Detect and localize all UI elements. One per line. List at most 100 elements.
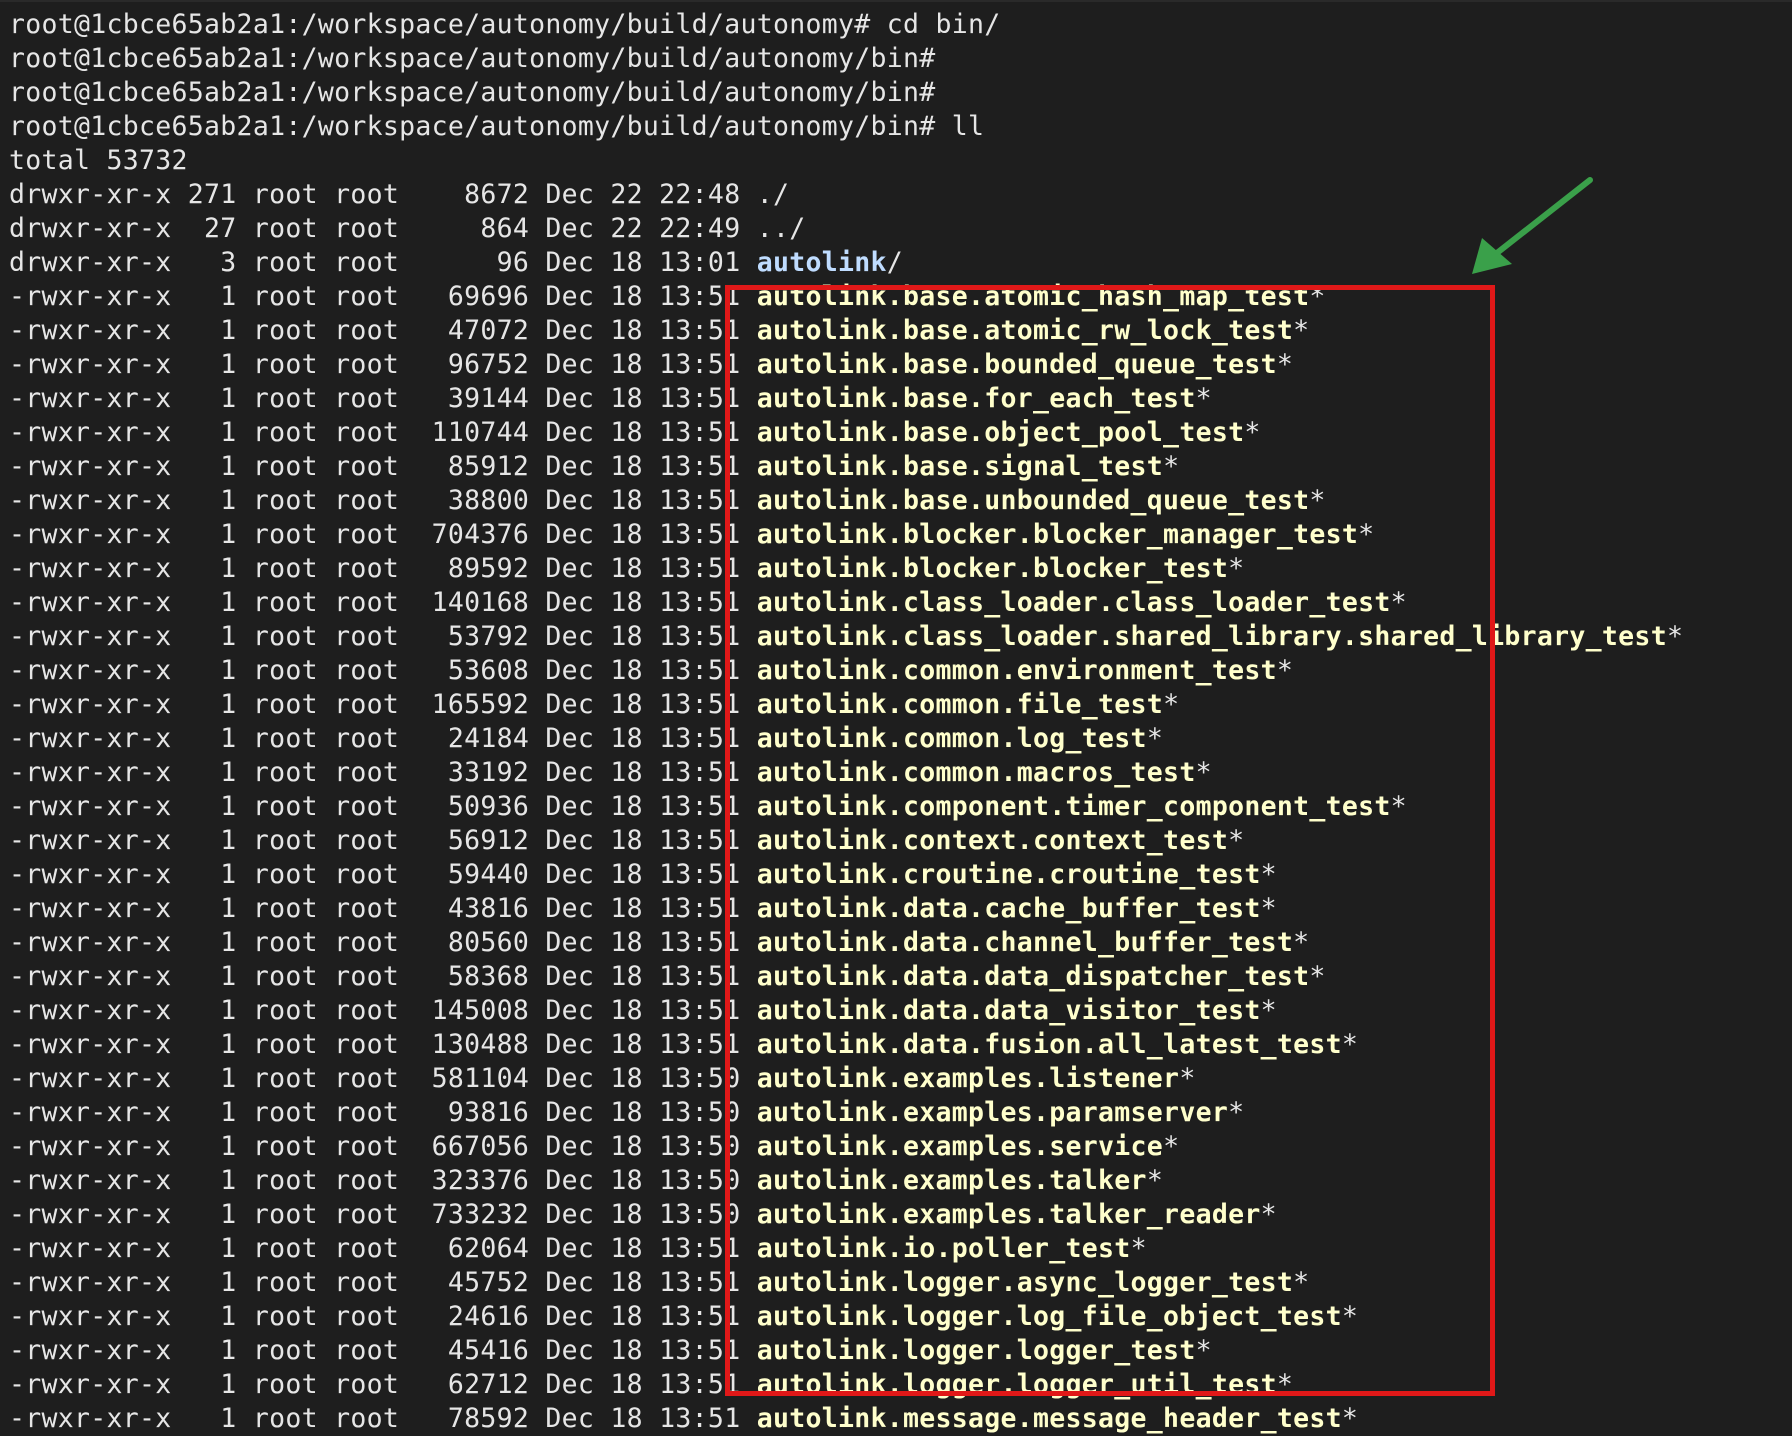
type-indicator: *	[1293, 315, 1310, 346]
executable-name: autolink.logger.logger_test	[756, 1335, 1196, 1366]
file-metadata: -rwxr-xr-x 1 root root 24184 Dec 18 13:5…	[9, 723, 757, 754]
executable-name: autolink.base.signal_test	[756, 451, 1164, 482]
type-indicator: *	[1179, 1063, 1196, 1094]
directory-listing: drwxr-xr-x 271 root root 8672 Dec 22 22:…	[9, 178, 1792, 1436]
executable-name: autolink.data.data_visitor_test	[756, 995, 1261, 1026]
type-indicator: *	[1163, 1131, 1180, 1162]
listing-row: -rwxr-xr-x 1 root root 733232 Dec 18 13:…	[9, 1198, 1792, 1232]
executable-name: autolink.data.data_dispatcher_test	[756, 961, 1310, 992]
listing-row: -rwxr-xr-x 1 root root 33192 Dec 18 13:5…	[9, 756, 1792, 790]
listing-row: -rwxr-xr-x 1 root root 78592 Dec 18 13:5…	[9, 1402, 1792, 1436]
listing-row: drwxr-xr-x 27 root root 864 Dec 22 22:49…	[9, 212, 1792, 246]
file-metadata: -rwxr-xr-x 1 root root 38800 Dec 18 13:5…	[9, 485, 757, 516]
type-indicator: *	[1260, 995, 1277, 1026]
type-indicator: *	[1163, 451, 1180, 482]
file-metadata: -rwxr-xr-x 1 root root 69696 Dec 18 13:5…	[9, 281, 757, 312]
type-indicator: *	[1293, 1267, 1310, 1298]
listing-row: -rwxr-xr-x 1 root root 47072 Dec 18 13:5…	[9, 314, 1792, 348]
file-metadata: -rwxr-xr-x 1 root root 24616 Dec 18 13:5…	[9, 1301, 757, 1332]
executable-name: autolink.base.for_each_test	[756, 383, 1196, 414]
file-metadata: -rwxr-xr-x 1 root root 53792 Dec 18 13:5…	[9, 621, 757, 652]
listing-row: drwxr-xr-x 3 root root 96 Dec 18 13:01 a…	[9, 246, 1792, 280]
type-indicator: *	[1130, 1233, 1147, 1264]
type-indicator: *	[1260, 1199, 1277, 1230]
file-metadata: -rwxr-xr-x 1 root root 33192 Dec 18 13:5…	[9, 757, 757, 788]
file-metadata: -rwxr-xr-x 1 root root 581104 Dec 18 13:…	[9, 1063, 757, 1094]
file-metadata: -rwxr-xr-x 1 root root 733232 Dec 18 13:…	[9, 1199, 757, 1230]
executable-name: autolink.blocker.blocker_test	[756, 553, 1229, 584]
type-indicator: /	[886, 247, 904, 278]
executable-name: autolink.examples.talker_reader	[756, 1199, 1261, 1230]
listing-row: -rwxr-xr-x 1 root root 96752 Dec 18 13:5…	[9, 348, 1792, 382]
file-metadata: -rwxr-xr-x 1 root root 56912 Dec 18 13:5…	[9, 825, 757, 856]
file-metadata: drwxr-xr-x 27 root root 864 Dec 22 22:49	[9, 213, 757, 244]
executable-name: autolink.logger.async_logger_test	[756, 1267, 1294, 1298]
listing-row: -rwxr-xr-x 1 root root 145008 Dec 18 13:…	[9, 994, 1792, 1028]
executable-name: autolink.examples.talker	[756, 1165, 1147, 1196]
executable-name: autolink.base.atomic_rw_lock_test	[756, 315, 1294, 346]
file-metadata: -rwxr-xr-x 1 root root 62064 Dec 18 13:5…	[9, 1233, 757, 1264]
listing-row: drwxr-xr-x 271 root root 8672 Dec 22 22:…	[9, 178, 1792, 212]
listing-row: -rwxr-xr-x 1 root root 62712 Dec 18 13:5…	[9, 1368, 1792, 1402]
executable-name: autolink.data.channel_buffer_test	[756, 927, 1294, 958]
terminal-window[interactable]: root@1cbce65ab2a1:/workspace/autonomy/bu…	[0, 0, 1792, 1434]
type-indicator: *	[1666, 621, 1684, 652]
terminal-output: root@1cbce65ab2a1:/workspace/autonomy/bu…	[9, 8, 1792, 1436]
file-metadata: -rwxr-xr-x 1 root root 140168 Dec 18 13:…	[9, 587, 757, 618]
file-metadata: -rwxr-xr-x 1 root root 80560 Dec 18 13:5…	[9, 927, 757, 958]
executable-name: autolink.common.file_test	[756, 689, 1164, 720]
executable-name: autolink.common.environment_test	[756, 655, 1277, 686]
listing-row: -rwxr-xr-x 1 root root 85912 Dec 18 13:5…	[9, 450, 1792, 484]
executable-name: autolink.context.context_test	[756, 825, 1229, 856]
type-indicator: *	[1309, 281, 1326, 312]
file-metadata: -rwxr-xr-x 1 root root 89592 Dec 18 13:5…	[9, 553, 757, 584]
listing-row: -rwxr-xr-x 1 root root 39144 Dec 18 13:5…	[9, 382, 1792, 416]
file-metadata: -rwxr-xr-x 1 root root 47072 Dec 18 13:5…	[9, 315, 757, 346]
executable-name: autolink.examples.service	[756, 1131, 1164, 1162]
executable-name: autolink.message.message_header_test	[756, 1403, 1342, 1434]
listing-row: -rwxr-xr-x 1 root root 323376 Dec 18 13:…	[9, 1164, 1792, 1198]
file-metadata: -rwxr-xr-x 1 root root 45752 Dec 18 13:5…	[9, 1267, 757, 1298]
type-indicator: *	[1244, 417, 1261, 448]
type-indicator: *	[1309, 485, 1326, 516]
file-metadata: -rwxr-xr-x 1 root root 667056 Dec 18 13:…	[9, 1131, 757, 1162]
executable-name: autolink.component.timer_component_test	[756, 791, 1391, 822]
type-indicator: *	[1260, 859, 1277, 890]
file-metadata: -rwxr-xr-x 1 root root 85912 Dec 18 13:5…	[9, 451, 757, 482]
executable-name: autolink.logger.logger_util_test	[756, 1369, 1277, 1400]
prompt-line: root@1cbce65ab2a1:/workspace/autonomy/bu…	[9, 111, 985, 142]
type-indicator: *	[1341, 1301, 1359, 1332]
file-metadata: -rwxr-xr-x 1 root root 39144 Dec 18 13:5…	[9, 383, 757, 414]
executable-name: autolink.base.object_pool_test	[756, 417, 1245, 448]
listing-row: -rwxr-xr-x 1 root root 24184 Dec 18 13:5…	[9, 722, 1792, 756]
file-name: ./	[756, 179, 790, 210]
type-indicator: *	[1276, 1369, 1294, 1400]
listing-row: -rwxr-xr-x 1 root root 110744 Dec 18 13:…	[9, 416, 1792, 450]
file-metadata: -rwxr-xr-x 1 root root 58368 Dec 18 13:5…	[9, 961, 757, 992]
listing-row: -rwxr-xr-x 1 root root 130488 Dec 18 13:…	[9, 1028, 1792, 1062]
type-indicator: *	[1163, 689, 1180, 720]
type-indicator: *	[1341, 1403, 1359, 1434]
executable-name: autolink.data.fusion.all_latest_test	[756, 1029, 1342, 1060]
listing-row: -rwxr-xr-x 1 root root 140168 Dec 18 13:…	[9, 586, 1792, 620]
executable-name: autolink.examples.listener	[756, 1063, 1180, 1094]
file-metadata: -rwxr-xr-x 1 root root 93816 Dec 18 13:5…	[9, 1097, 757, 1128]
type-indicator: *	[1228, 825, 1245, 856]
directory-name: autolink	[756, 247, 887, 278]
executable-name: autolink.croutine.croutine_test	[756, 859, 1261, 890]
listing-row: -rwxr-xr-x 1 root root 45752 Dec 18 13:5…	[9, 1266, 1792, 1300]
type-indicator: *	[1309, 961, 1326, 992]
file-metadata: -rwxr-xr-x 1 root root 62712 Dec 18 13:5…	[9, 1369, 757, 1400]
executable-name: autolink.base.atomic_hash_map_test	[756, 281, 1310, 312]
listing-row: -rwxr-xr-x 1 root root 56912 Dec 18 13:5…	[9, 824, 1792, 858]
listing-row: -rwxr-xr-x 1 root root 59440 Dec 18 13:5…	[9, 858, 1792, 892]
listing-row: -rwxr-xr-x 1 root root 62064 Dec 18 13:5…	[9, 1232, 1792, 1266]
type-indicator: *	[1341, 1029, 1359, 1060]
file-metadata: -rwxr-xr-x 1 root root 323376 Dec 18 13:…	[9, 1165, 757, 1196]
file-metadata: -rwxr-xr-x 1 root root 50936 Dec 18 13:5…	[9, 791, 757, 822]
listing-row: -rwxr-xr-x 1 root root 165592 Dec 18 13:…	[9, 688, 1792, 722]
type-indicator: *	[1228, 553, 1245, 584]
executable-name: autolink.blocker.blocker_manager_test	[756, 519, 1359, 550]
listing-row: -rwxr-xr-x 1 root root 69696 Dec 18 13:5…	[9, 280, 1792, 314]
file-metadata: -rwxr-xr-x 1 root root 704376 Dec 18 13:…	[9, 519, 757, 550]
